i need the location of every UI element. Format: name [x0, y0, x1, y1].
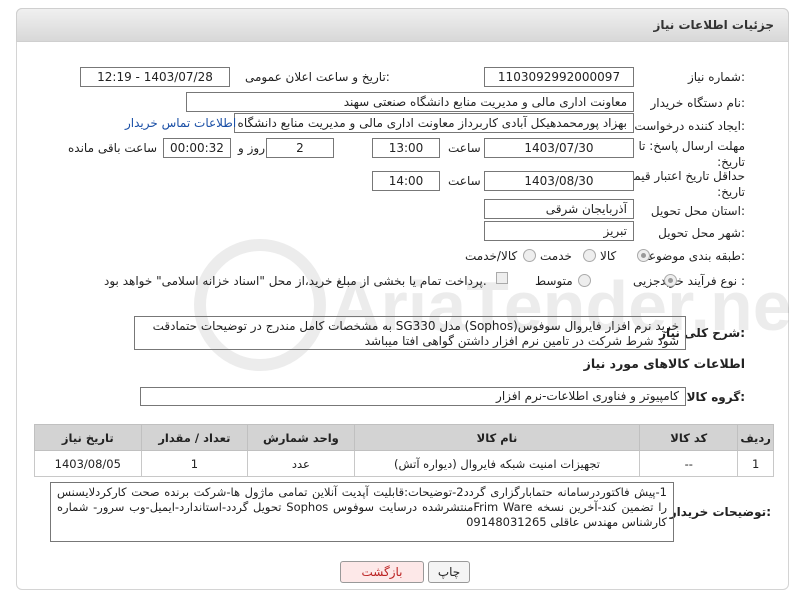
deadline-date-field: 1403/07/30 [484, 138, 634, 158]
city-label: شهر محل تحویل: [658, 226, 745, 240]
province-field: آذربایجان شرقی [484, 199, 634, 219]
buyer-org-label: نام دستگاه خریدار: [650, 96, 746, 110]
category-radio-service[interactable] [583, 249, 596, 262]
price-valid-time-field: 14:00 [372, 171, 440, 191]
goods-info-title: اطلاعات کالاهای مورد نیاز [583, 356, 745, 371]
back-button[interactable]: بازگشت [340, 561, 424, 583]
table-header-quantity: تعداد / مقدار [140, 424, 249, 451]
days-label: روز و [238, 141, 265, 155]
treasury-payment-checkbox[interactable] [496, 272, 508, 284]
process-radio-minor[interactable] [664, 274, 677, 287]
requester-field: بهزاد پورمحمدهیکل آبادی کاربرداز معاونت … [234, 113, 634, 133]
deadline-time-label: ساعت [448, 141, 481, 155]
table-cell-name: تجهیزات امنیت شبکه فایروال (دیواره آتش) [353, 450, 641, 477]
table-cell-row-number: 1 [737, 450, 774, 477]
page-header: جزئیات اطلاعات نیاز [16, 8, 789, 42]
table-cell-quantity: 1 [140, 450, 249, 477]
goods-group-label: گروه کالا: [686, 390, 745, 404]
days-field: 2 [266, 138, 334, 158]
category-option-goods: کالا [600, 249, 617, 263]
table-row: 1 -- تجهیزات امنیت شبکه فایروال (دیواره … [34, 450, 774, 477]
table-cell-unit: عدد [247, 450, 355, 477]
process-radio-medium[interactable] [578, 274, 591, 287]
table-cell-code: -- [639, 450, 739, 477]
treasury-payment-note: پرداخت تمام یا بخشی از مبلغ خرید،از محل … [104, 274, 487, 288]
category-option-service: خدمت [540, 249, 572, 263]
page-title: جزئیات اطلاعات نیاز [653, 18, 774, 32]
buyer-org-field: معاونت اداری مالی و مدیریت منابع دانشگاه… [186, 92, 634, 112]
goods-group-field: کامپیوتر و فناوری اطلاعات-نرم افزار [140, 387, 686, 406]
requester-label: ایجاد کننده درخواست: [634, 119, 745, 133]
process-option-minor: جزیی [633, 274, 661, 288]
table-header-name: نام کالا [353, 424, 641, 451]
table-header-row-number: ردیف [737, 424, 774, 451]
contact-buyer-link[interactable]: اطلاعات تماس خریدار [125, 116, 236, 130]
category-option-goods-service: کالا/خدمت [465, 249, 518, 263]
announce-label: تاریخ و ساعت اعلان عمومی: [245, 70, 390, 84]
price-valid-date-field: 1403/08/30 [484, 171, 634, 191]
buyer-notes-field: 1-پیش فاکتوردرسامانه حتمابارگزاری گردد2-… [50, 482, 674, 542]
process-option-medium: متوسط [535, 274, 573, 288]
print-button[interactable]: چاپ [428, 561, 470, 583]
remaining-time-field: 00:00:32 [163, 138, 231, 158]
table-header-unit: واحد شمارش [247, 424, 355, 451]
province-label: استان محل تحویل: [650, 204, 745, 218]
need-number-label: شماره نیاز: [687, 70, 745, 84]
deadline-time-field: 13:00 [372, 138, 440, 158]
announce-field: 1403/07/28 - 12:19 [80, 67, 230, 87]
city-field: تبریز [484, 221, 634, 241]
category-label: طبقه بندی موضوعی: [638, 249, 745, 263]
category-radio-goods-service[interactable] [523, 249, 536, 262]
table-header-date: تاریخ نیاز [34, 424, 142, 451]
goods-table: ردیف کد کالا نام کالا واحد شمارش تعداد /… [34, 424, 774, 477]
deadline-label: مهلت ارسال پاسخ: تا تاریخ: [638, 139, 745, 169]
description-field: خرید نرم افزار فایروال سوفوس(Sophos) مدل… [134, 316, 686, 350]
need-number-field: 1103092992000097 [484, 67, 634, 87]
table-cell-date: 1403/08/05 [34, 450, 142, 477]
buyer-notes-label: توضیحات خریدار: [669, 505, 771, 519]
remaining-label: ساعت باقی مانده [68, 141, 158, 155]
category-radio-goods[interactable] [637, 249, 650, 262]
table-header-code: کد کالا [639, 424, 739, 451]
price-valid-time-label: ساعت [448, 174, 481, 188]
